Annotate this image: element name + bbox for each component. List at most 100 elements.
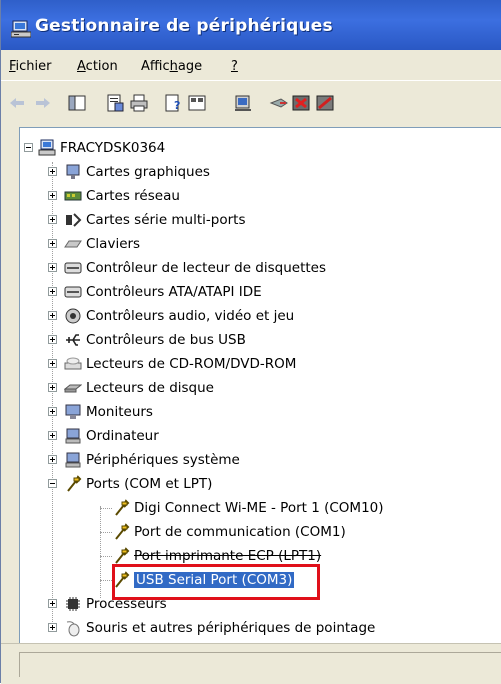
device-manager-window: Gestionnaire de périphériques Fichier Ac…: [0, 0, 501, 684]
tree-item-label: Cartes série multi-ports: [86, 212, 246, 228]
console-tree-icon[interactable]: [67, 93, 87, 113]
menu-action[interactable]: Action: [77, 59, 118, 74]
keyboard-icon: [64, 240, 82, 248]
tree-root[interactable]: FRACYDSK0364: [20, 138, 500, 158]
tree-item-claviers[interactable]: Claviers: [20, 234, 500, 254]
window-title: Gestionnaire de périphériques: [35, 16, 333, 36]
update-driver-icon[interactable]: [269, 93, 289, 113]
collapse-toggle[interactable]: [48, 479, 57, 488]
expand-toggle[interactable]: [48, 335, 57, 344]
title-bar[interactable]: Gestionnaire de périphériques: [1, 0, 501, 50]
tree-root-label: FRACYDSK0364: [60, 140, 166, 156]
menu-affichage-a: Affic: [141, 59, 170, 74]
disk-drive-icon: [64, 384, 82, 393]
uninstall-icon[interactable]: [291, 93, 311, 113]
tree-item-cartes-graphiques[interactable]: Cartes graphiques: [20, 162, 500, 182]
monitor-icon: [65, 404, 81, 419]
computer-icon: [38, 139, 56, 156]
tree-item-usb[interactable]: Contrôleurs de bus USB: [20, 330, 500, 350]
menu-fichier[interactable]: Fichier: [9, 59, 52, 74]
tree-item-audio[interactable]: Contrôleurs audio, vidéo et jeu: [20, 306, 500, 326]
menu-action-rest: ction: [85, 59, 118, 74]
expand-toggle[interactable]: [48, 215, 57, 224]
expand-toggle[interactable]: [48, 311, 57, 320]
scan-hardware-icon[interactable]: [233, 93, 253, 113]
tree-item-cdrom[interactable]: Lecteurs de CD-ROM/DVD-ROM: [20, 354, 500, 374]
cdrom-icon: [64, 357, 82, 370]
port-icon: [115, 547, 130, 564]
tree-item-ports[interactable]: Ports (COM et LPT): [20, 474, 500, 494]
tree-item-lpt1[interactable]: Port imprimante ECP (LPT1): [20, 546, 500, 566]
highlight-annotation: [112, 564, 320, 600]
ide-controller-icon: [64, 286, 82, 298]
properties-icon[interactable]: [105, 93, 125, 113]
tree-item-label: Souris et autres périphériques de pointa…: [86, 620, 376, 636]
expand-toggle[interactable]: [48, 239, 57, 248]
tree-item-label: Périphériques système: [86, 452, 240, 468]
tree-item-label: Contrôleurs de bus USB: [86, 332, 246, 348]
menu-affichage-b: age: [177, 59, 203, 74]
tree-item-label: Lecteurs de CD-ROM/DVD-ROM: [86, 356, 297, 372]
tree-item-systeme[interactable]: Périphériques système: [20, 450, 500, 470]
menu-fichier-rest: ichier: [15, 59, 52, 74]
multiport-serial-icon: [66, 213, 82, 227]
tree-item-label: Digi Connect Wi-ME - Port 1 (COM10): [134, 500, 384, 516]
usb-icon: [66, 334, 80, 346]
collapse-toggle[interactable]: [24, 143, 33, 152]
tree-item-label: Moniteurs: [86, 404, 153, 420]
tree-item-label: Port de communication (COM1): [134, 524, 346, 540]
processor-icon: [66, 597, 80, 611]
tree-item-cartes-reseau[interactable]: Cartes réseau: [20, 186, 500, 206]
view-icon[interactable]: [187, 93, 207, 113]
tree-item-label: Contrôleurs ATA/ATAPI IDE: [86, 284, 262, 300]
tree-item-digi-connect[interactable]: Digi Connect Wi-ME - Port 1 (COM10): [20, 498, 500, 518]
expand-toggle[interactable]: [48, 287, 57, 296]
tree-item-label: Ports (COM et LPT): [86, 476, 213, 492]
tree-item-label: Ordinateur: [86, 428, 159, 444]
tree-item-label: Contrôleurs audio, vidéo et jeu: [86, 308, 295, 324]
tree-item-label: Claviers: [86, 236, 141, 252]
network-adapter-icon: [64, 191, 82, 201]
tree-item-souris[interactable]: Souris et autres périphériques de pointa…: [20, 618, 500, 638]
tree-item-moniteurs[interactable]: Moniteurs: [20, 402, 500, 422]
toolbar: ?: [1, 80, 501, 127]
expand-toggle[interactable]: [48, 359, 57, 368]
expand-toggle[interactable]: [48, 407, 57, 416]
menu-help[interactable]: ?: [231, 59, 238, 74]
expand-toggle[interactable]: [48, 167, 57, 176]
status-bar-pane: [19, 652, 501, 677]
tree-item-com1[interactable]: Port de communication (COM1): [20, 522, 500, 542]
menu-bar: Fichier Action Affichage ?: [1, 50, 501, 80]
port-icon: [67, 475, 82, 492]
back-arrow-icon[interactable]: [7, 93, 27, 113]
audio-icon: [65, 308, 81, 324]
tree-item-ata-ide[interactable]: Contrôleurs ATA/ATAPI IDE: [20, 282, 500, 302]
tree-item-label: Port imprimante ECP (LPT1): [134, 548, 322, 564]
print-icon[interactable]: [129, 93, 149, 113]
help-icon[interactable]: ?: [163, 93, 183, 113]
expand-toggle[interactable]: [48, 455, 57, 464]
svg-text:?: ?: [174, 99, 180, 112]
system-devices-icon: [65, 452, 81, 468]
expand-toggle[interactable]: [48, 623, 57, 632]
forward-arrow-icon[interactable]: [33, 93, 53, 113]
expand-toggle[interactable]: [48, 599, 57, 608]
expand-toggle[interactable]: [48, 431, 57, 440]
tree-item-disquettes[interactable]: Contrôleur de lecteur de disquettes: [20, 258, 500, 278]
menu-affichage[interactable]: Affichage: [141, 59, 202, 74]
tree-item-ordinateur[interactable]: Ordinateur: [20, 426, 500, 446]
expand-toggle[interactable]: [48, 191, 57, 200]
tree-item-label: Lecteurs de disque: [86, 380, 214, 396]
disable-icon[interactable]: [315, 93, 335, 113]
device-manager-icon: [11, 20, 31, 38]
expand-toggle[interactable]: [48, 263, 57, 272]
computer-small-icon: [65, 428, 81, 444]
port-icon: [115, 523, 130, 540]
floppy-controller-icon: [64, 262, 82, 274]
display-adapter-icon: [66, 164, 80, 179]
tree-item-disques[interactable]: Lecteurs de disque: [20, 378, 500, 398]
tree-item-label: Cartes graphiques: [86, 164, 210, 180]
status-bar: [1, 643, 501, 684]
tree-item-cartes-serie[interactable]: Cartes série multi-ports: [20, 210, 500, 230]
expand-toggle[interactable]: [48, 383, 57, 392]
